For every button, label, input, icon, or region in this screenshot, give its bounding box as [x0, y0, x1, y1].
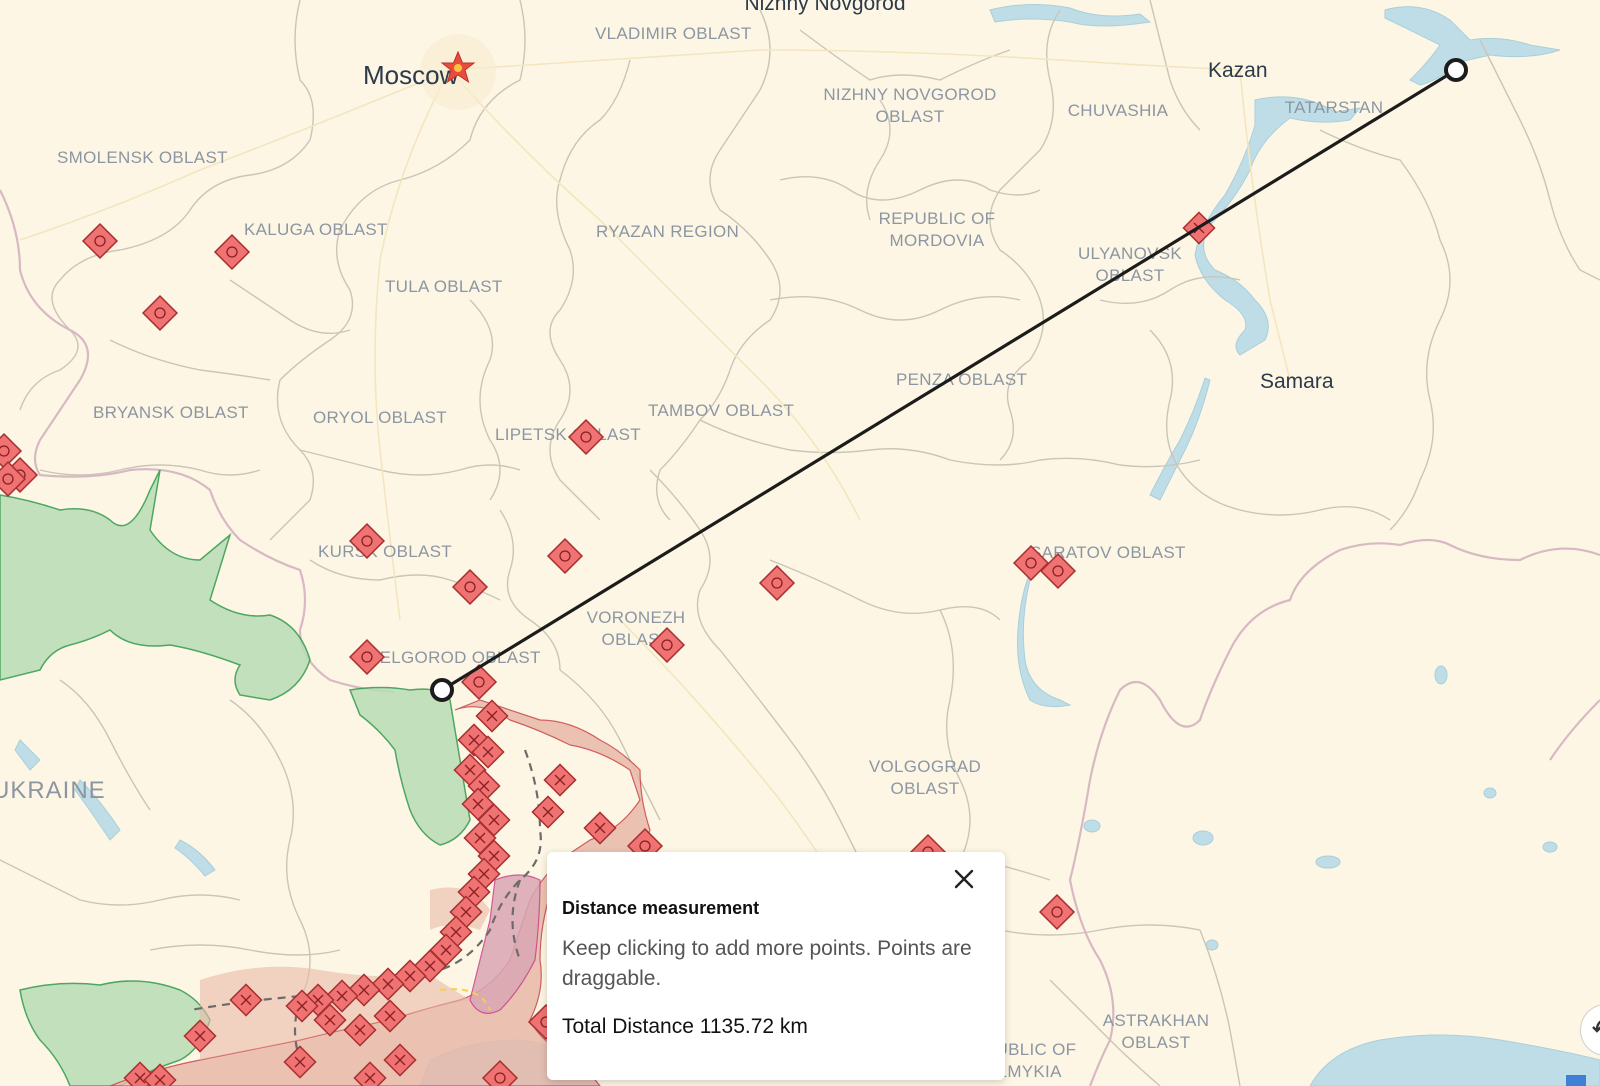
region-label: RYAZAN REGION	[596, 222, 739, 241]
region-label: TATARSTAN	[1285, 98, 1384, 117]
region-label: OBLAST	[891, 779, 960, 798]
region-label: KALUGA OBLAST	[244, 220, 388, 239]
measure-point-start[interactable]	[430, 678, 454, 702]
region-label: VOLGOGRAD	[869, 757, 981, 776]
region-label: VLADIMIR OBLAST	[595, 24, 752, 43]
region-label: TAMBOV OBLAST	[648, 401, 794, 420]
language-flag-icon[interactable]	[1566, 1075, 1586, 1086]
region-label: REPUBLIC OF	[879, 209, 996, 228]
region-label: LIPETSK OBLAST	[495, 425, 641, 444]
region-label: KURSK OBLAST	[318, 542, 452, 561]
region-label: ORYOL OBLAST	[313, 408, 447, 427]
total-distance: Total Distance 1135.72 km	[562, 1015, 808, 1039]
region-label: OBLAST	[876, 107, 945, 126]
total-distance-label: Total Distance	[562, 1015, 694, 1038]
country-label: UKRAINE	[0, 777, 106, 804]
region-label: ASTRAKHAN	[1103, 1011, 1210, 1030]
city-label: Samara	[1260, 370, 1334, 393]
popup-title: Distance measurement	[562, 898, 760, 918]
city-label: Kazan	[1208, 59, 1268, 82]
region-label: BRYANSK OBLAST	[93, 403, 249, 422]
city-label: Nizhny Novgorod	[744, 0, 905, 15]
region-label: VORONEZH	[587, 608, 686, 627]
distance-measurement-popup: Distance measurement Keep clicking to ad…	[547, 852, 1005, 1080]
region-label: TULA OBLAST	[385, 277, 503, 296]
close-icon	[954, 869, 974, 889]
region-label: OBLAST	[1122, 1033, 1191, 1052]
region-label: BELGOROD OBLAST	[368, 648, 541, 667]
region-label: MORDOVIA	[890, 231, 985, 250]
close-button[interactable]	[949, 864, 979, 894]
region-label: SMOLENSK OBLAST	[57, 148, 228, 167]
total-distance-value: 1135.72 km	[699, 1015, 808, 1038]
refresh-icon	[1592, 1020, 1600, 1033]
region-label: CHUVASHIA	[1068, 101, 1169, 120]
measure-point-end[interactable]	[1444, 58, 1468, 82]
region-label: NIZHNY NOVGOROD	[823, 85, 996, 104]
popup-message: Keep clicking to add more points. Points…	[562, 937, 972, 990]
